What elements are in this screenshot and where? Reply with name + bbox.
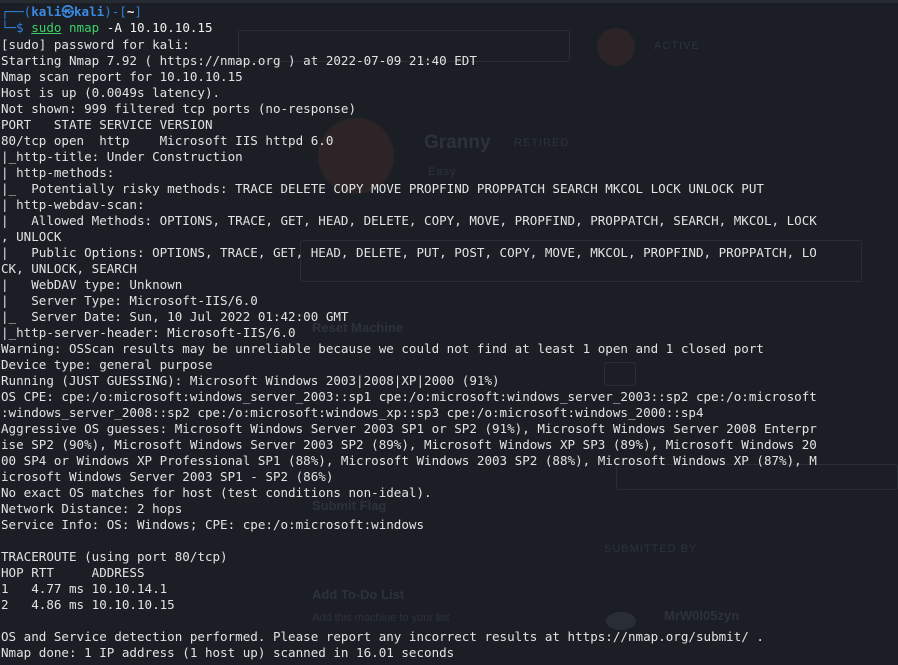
output-line: |_ Server Date: Sun, 10 Jul 2022 01:42:0…	[1, 309, 349, 324]
output-line: CK, UNLOCK, SEARCH	[1, 261, 137, 276]
output-line: OS and Service detection performed. Plea…	[1, 629, 764, 644]
output-line: Running (JUST GUESSING): Microsoft Windo…	[1, 373, 500, 388]
prompt-line: ┌──(kali㉿kali)-[~]	[1, 4, 142, 20]
output-line: TRACEROUTE (using port 80/tcp)	[1, 549, 228, 564]
output-line: 00 SP4 or Windows XP Professional SP1 (8…	[1, 453, 817, 468]
prompt-host: kali	[73, 4, 105, 19]
prompt-frame-mid: )-[	[104, 4, 127, 19]
output-line: | Allowed Methods: OPTIONS, TRACE, GET, …	[1, 213, 817, 228]
prompt-frame-open: ┌──(	[1, 4, 32, 19]
output-line: 80/tcp open http Microsoft IIS httpd 6.0	[1, 133, 334, 148]
output-line: |_http-title: Under Construction	[1, 149, 243, 164]
output-line: Nmap done: 1 IP address (1 host up) scan…	[1, 645, 455, 660]
output-line: HOP RTT ADDRESS	[1, 565, 145, 580]
output-line: | http-webdav-scan:	[1, 197, 145, 212]
output-line: 1 4.77 ms 10.10.14.1	[1, 581, 168, 596]
terminal-window[interactable]: ┌──(kali㉿kali)-[~] └─$ sudo nmap -A 10.1…	[0, 0, 898, 665]
output-line: Aggressive OS guesses: Microsoft Windows…	[1, 421, 817, 436]
output-line: |_ Potentially risky methods: TRACE DELE…	[1, 181, 764, 196]
command-line: └─$ sudo nmap -A 10.10.10.15	[1, 20, 213, 36]
output-line: PORT STATE SERVICE VERSION	[1, 117, 213, 132]
output-line: icrosoft Windows Server 2003 SP1 - SP2 (…	[1, 469, 334, 484]
prompt-at: ㉿	[61, 4, 74, 19]
output-line: Nmap scan report for 10.10.10.15	[1, 69, 243, 84]
output-line: | WebDAV type: Unknown	[1, 277, 183, 292]
output-line: [sudo] password for kali:	[1, 37, 190, 52]
output-line: , UNLOCK	[1, 229, 62, 244]
output-line: |_http-server-header: Microsoft-IIS/6.0	[1, 325, 296, 340]
output-line: | Server Type: Microsoft-IIS/6.0	[1, 293, 258, 308]
output-line: Network Distance: 2 hops	[1, 501, 183, 516]
prompt-user: kali	[31, 4, 62, 19]
output-line: Warning: OSScan results may be unreliabl…	[1, 341, 764, 356]
prompt-symbol: $	[16, 20, 24, 35]
output-line: Host is up (0.0049s latency).	[1, 85, 221, 100]
output-line: | http-methods:	[1, 165, 115, 180]
output-line: ise SP2 (90%), Microsoft Windows Server …	[1, 437, 817, 452]
prompt-frame-bottom: └─	[1, 20, 17, 35]
output-line: Service Info: OS: Windows; CPE: cpe:/o:m…	[1, 517, 425, 532]
output-line: Device type: general purpose	[1, 357, 213, 372]
output-line: | Public Options: OPTIONS, TRACE, GET, H…	[1, 245, 817, 260]
prompt-frame-close: ]	[134, 4, 142, 19]
command-program: nmap	[69, 20, 100, 35]
output-line: 2 4.86 ms 10.10.10.15	[1, 597, 175, 612]
output-line: OS CPE: cpe:/o:microsoft:windows_server_…	[1, 389, 817, 404]
command-args: -A 10.10.10.15	[99, 20, 213, 35]
command-sudo: sudo	[31, 20, 62, 35]
output-line: Starting Nmap 7.92 ( https://nmap.org ) …	[1, 53, 477, 68]
output-line: No exact OS matches for host (test condi…	[1, 485, 432, 500]
output-line: Not shown: 999 filtered tcp ports (no-re…	[1, 101, 357, 116]
output-line: :windows_server_2008::sp2 cpe:/o:microso…	[1, 405, 704, 420]
